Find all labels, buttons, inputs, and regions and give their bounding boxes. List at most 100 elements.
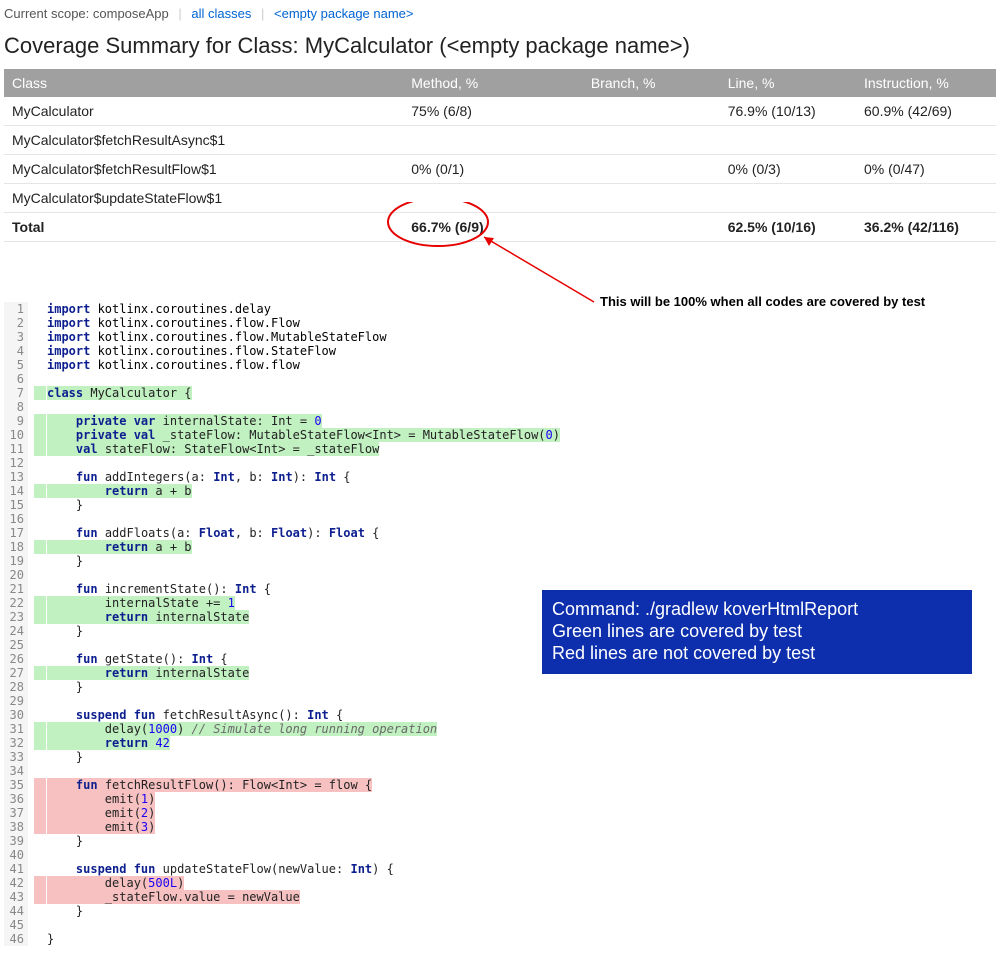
- line-number: 5: [4, 358, 28, 372]
- code-line: 23 return internalState: [4, 610, 249, 624]
- col-instruction[interactable]: Instruction, %: [856, 69, 996, 97]
- link-empty-package[interactable]: <empty package name>: [274, 6, 413, 21]
- line-number: 27: [4, 666, 28, 680]
- code-line: 25: [4, 638, 47, 652]
- col-class[interactable]: Class: [4, 69, 403, 97]
- line-number: 13: [4, 470, 28, 484]
- code-content: import kotlinx.coroutines.flow.StateFlow: [47, 344, 336, 358]
- coverage-gutter: [34, 834, 46, 848]
- coverage-gutter: [34, 302, 46, 316]
- code-content: emit(2): [47, 806, 155, 820]
- cell-class_: MyCalculator$fetchResultFlow$1: [4, 155, 403, 184]
- coverage-gutter: [34, 848, 46, 862]
- code-content: private val _stateFlow: MutableStateFlow…: [47, 428, 560, 442]
- coverage-gutter: [34, 400, 46, 414]
- code-line: 31 delay(1000) // Simulate long running …: [4, 722, 437, 736]
- code-line: 10 private val _stateFlow: MutableStateF…: [4, 428, 560, 442]
- cell-instr: 60.9% (42/69): [856, 97, 996, 126]
- line-number: 11: [4, 442, 28, 456]
- code-line: 2import kotlinx.coroutines.flow.Flow: [4, 316, 300, 330]
- code-content: suspend fun fetchResultAsync(): Int {: [47, 708, 343, 722]
- code-content: }: [47, 834, 83, 848]
- line-number: 31: [4, 722, 28, 736]
- line-number: 24: [4, 624, 28, 638]
- code-line: 17 fun addFloats(a: Float, b: Float): Fl…: [4, 526, 379, 540]
- code-content: class MyCalculator {: [47, 386, 192, 400]
- code-line: 33 }: [4, 750, 83, 764]
- code-content: emit(3): [47, 820, 155, 834]
- code-content: delay(1000) // Simulate long running ope…: [47, 722, 437, 736]
- line-number: 16: [4, 512, 28, 526]
- separator: |: [178, 6, 181, 21]
- code-line: 15 }: [4, 498, 83, 512]
- cell-class_: MyCalculator$fetchResultAsync$1: [4, 126, 403, 155]
- code-line: 42 delay(500L): [4, 876, 184, 890]
- coverage-gutter: [34, 554, 46, 568]
- coverage-gutter: [34, 792, 46, 806]
- line-number: 22: [4, 596, 28, 610]
- line-number: 1: [4, 302, 28, 316]
- coverage-gutter: [34, 358, 46, 372]
- code-line: 8: [4, 400, 47, 414]
- code-line: 3import kotlinx.coroutines.flow.MutableS…: [4, 330, 387, 344]
- code-line: 21 fun incrementState(): Int {: [4, 582, 271, 596]
- code-line: 7class MyCalculator {: [4, 386, 192, 400]
- coverage-gutter: [34, 484, 46, 498]
- line-number: 38: [4, 820, 28, 834]
- code-line: 35 fun fetchResultFlow(): Flow<Int> = fl…: [4, 778, 372, 792]
- coverage-gutter: [34, 764, 46, 778]
- col-line[interactable]: Line, %: [720, 69, 856, 97]
- line-number: 30: [4, 708, 28, 722]
- code-content: emit(1): [47, 792, 155, 806]
- line-number: 37: [4, 806, 28, 820]
- line-number: 45: [4, 918, 28, 932]
- link-all-classes[interactable]: all classes: [191, 6, 251, 21]
- cell-branch: [583, 213, 720, 242]
- code-content: import kotlinx.coroutines.flow.flow: [47, 358, 300, 372]
- code-line: 26 fun getState(): Int {: [4, 652, 228, 666]
- coverage-gutter: [34, 904, 46, 918]
- coverage-gutter: [34, 568, 46, 582]
- code-content: val stateFlow: StateFlow<Int> = _stateFl…: [47, 442, 379, 456]
- code-content: _stateFlow.value = newValue: [47, 890, 300, 904]
- code-line: 11 val stateFlow: StateFlow<Int> = _stat…: [4, 442, 379, 456]
- code-line: 24 }: [4, 624, 83, 638]
- coverage-gutter: [34, 582, 46, 596]
- code-line: 41 suspend fun updateStateFlow(newValue:…: [4, 862, 394, 876]
- cell-line: 62.5% (10/16): [720, 213, 856, 242]
- code-content: fun fetchResultFlow(): Flow<Int> = flow …: [47, 778, 372, 792]
- coverage-gutter: [34, 330, 46, 344]
- coverage-gutter: [34, 428, 46, 442]
- code-line: 45: [4, 918, 47, 932]
- line-number: 18: [4, 540, 28, 554]
- code-content: }: [47, 554, 83, 568]
- code-line: 12: [4, 456, 47, 470]
- code-content: import kotlinx.coroutines.delay: [47, 302, 271, 316]
- coverage-gutter: [34, 722, 46, 736]
- cell-line: [720, 184, 856, 213]
- coverage-gutter: [34, 638, 46, 652]
- col-branch[interactable]: Branch, %: [583, 69, 720, 97]
- coverage-gutter: [34, 596, 46, 610]
- code-line: 34: [4, 764, 47, 778]
- line-number: 19: [4, 554, 28, 568]
- line-number: 39: [4, 834, 28, 848]
- table-row: MyCalculator75% (6/8)76.9% (10/13)60.9% …: [4, 97, 996, 126]
- code-line: 44 }: [4, 904, 83, 918]
- line-number: 25: [4, 638, 28, 652]
- coverage-gutter: [34, 624, 46, 638]
- table-row: MyCalculator$updateStateFlow$1: [4, 184, 996, 213]
- code-content: return a + b: [47, 540, 192, 554]
- coverage-gutter: [34, 386, 46, 400]
- code-line: 38 emit(3): [4, 820, 155, 834]
- cell-method: 75% (6/8): [403, 97, 583, 126]
- col-method[interactable]: Method, %: [403, 69, 583, 97]
- line-number: 35: [4, 778, 28, 792]
- code-line: 5 import kotlinx.coroutines.flow.flow: [4, 358, 300, 372]
- coverage-gutter: [34, 862, 46, 876]
- legend-green: Green lines are covered by test: [552, 620, 960, 642]
- code-content: fun getState(): Int {: [47, 652, 228, 666]
- line-number: 42: [4, 876, 28, 890]
- cell-label: Total: [4, 213, 403, 242]
- code-content: }: [47, 498, 83, 512]
